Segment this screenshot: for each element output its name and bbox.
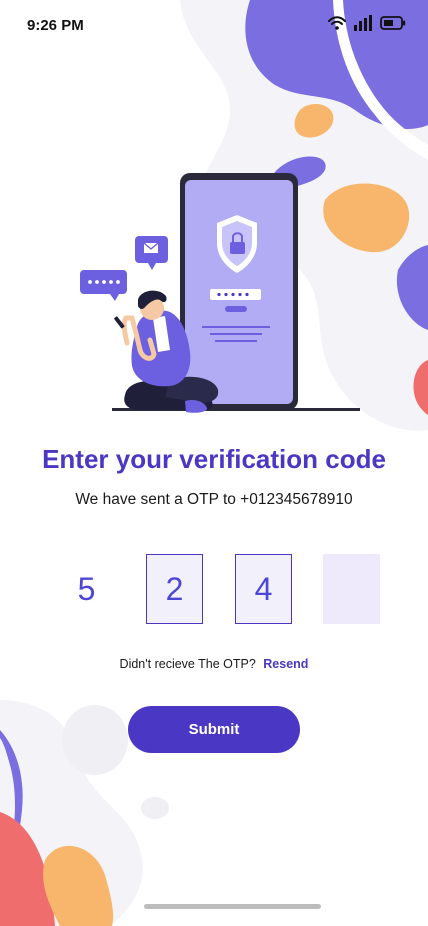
resend-link[interactable]: Resend <box>263 657 308 671</box>
submit-button[interactable]: Submit <box>128 706 300 753</box>
page-title: Enter your verification code <box>42 444 386 474</box>
otp-digit-4[interactable] <box>323 554 380 624</box>
home-indicator <box>144 904 321 909</box>
page-subtitle: We have sent a OTP to +012345678910 <box>75 491 353 508</box>
otp-input-group: 5 2 4 <box>58 554 380 624</box>
otp-digit-3[interactable]: 4 <box>235 554 292 624</box>
resend-row: Didn't recieve The OTP? Resend <box>0 657 428 671</box>
otp-verification-screen: 9:26 PM Enter your verification code We … <box>0 0 428 926</box>
resend-prompt: Didn't recieve The OTP? <box>119 657 256 671</box>
otp-digit-2[interactable]: 2 <box>146 554 203 624</box>
otp-illustration <box>80 173 360 413</box>
otp-digit-1[interactable]: 5 <box>58 554 115 624</box>
